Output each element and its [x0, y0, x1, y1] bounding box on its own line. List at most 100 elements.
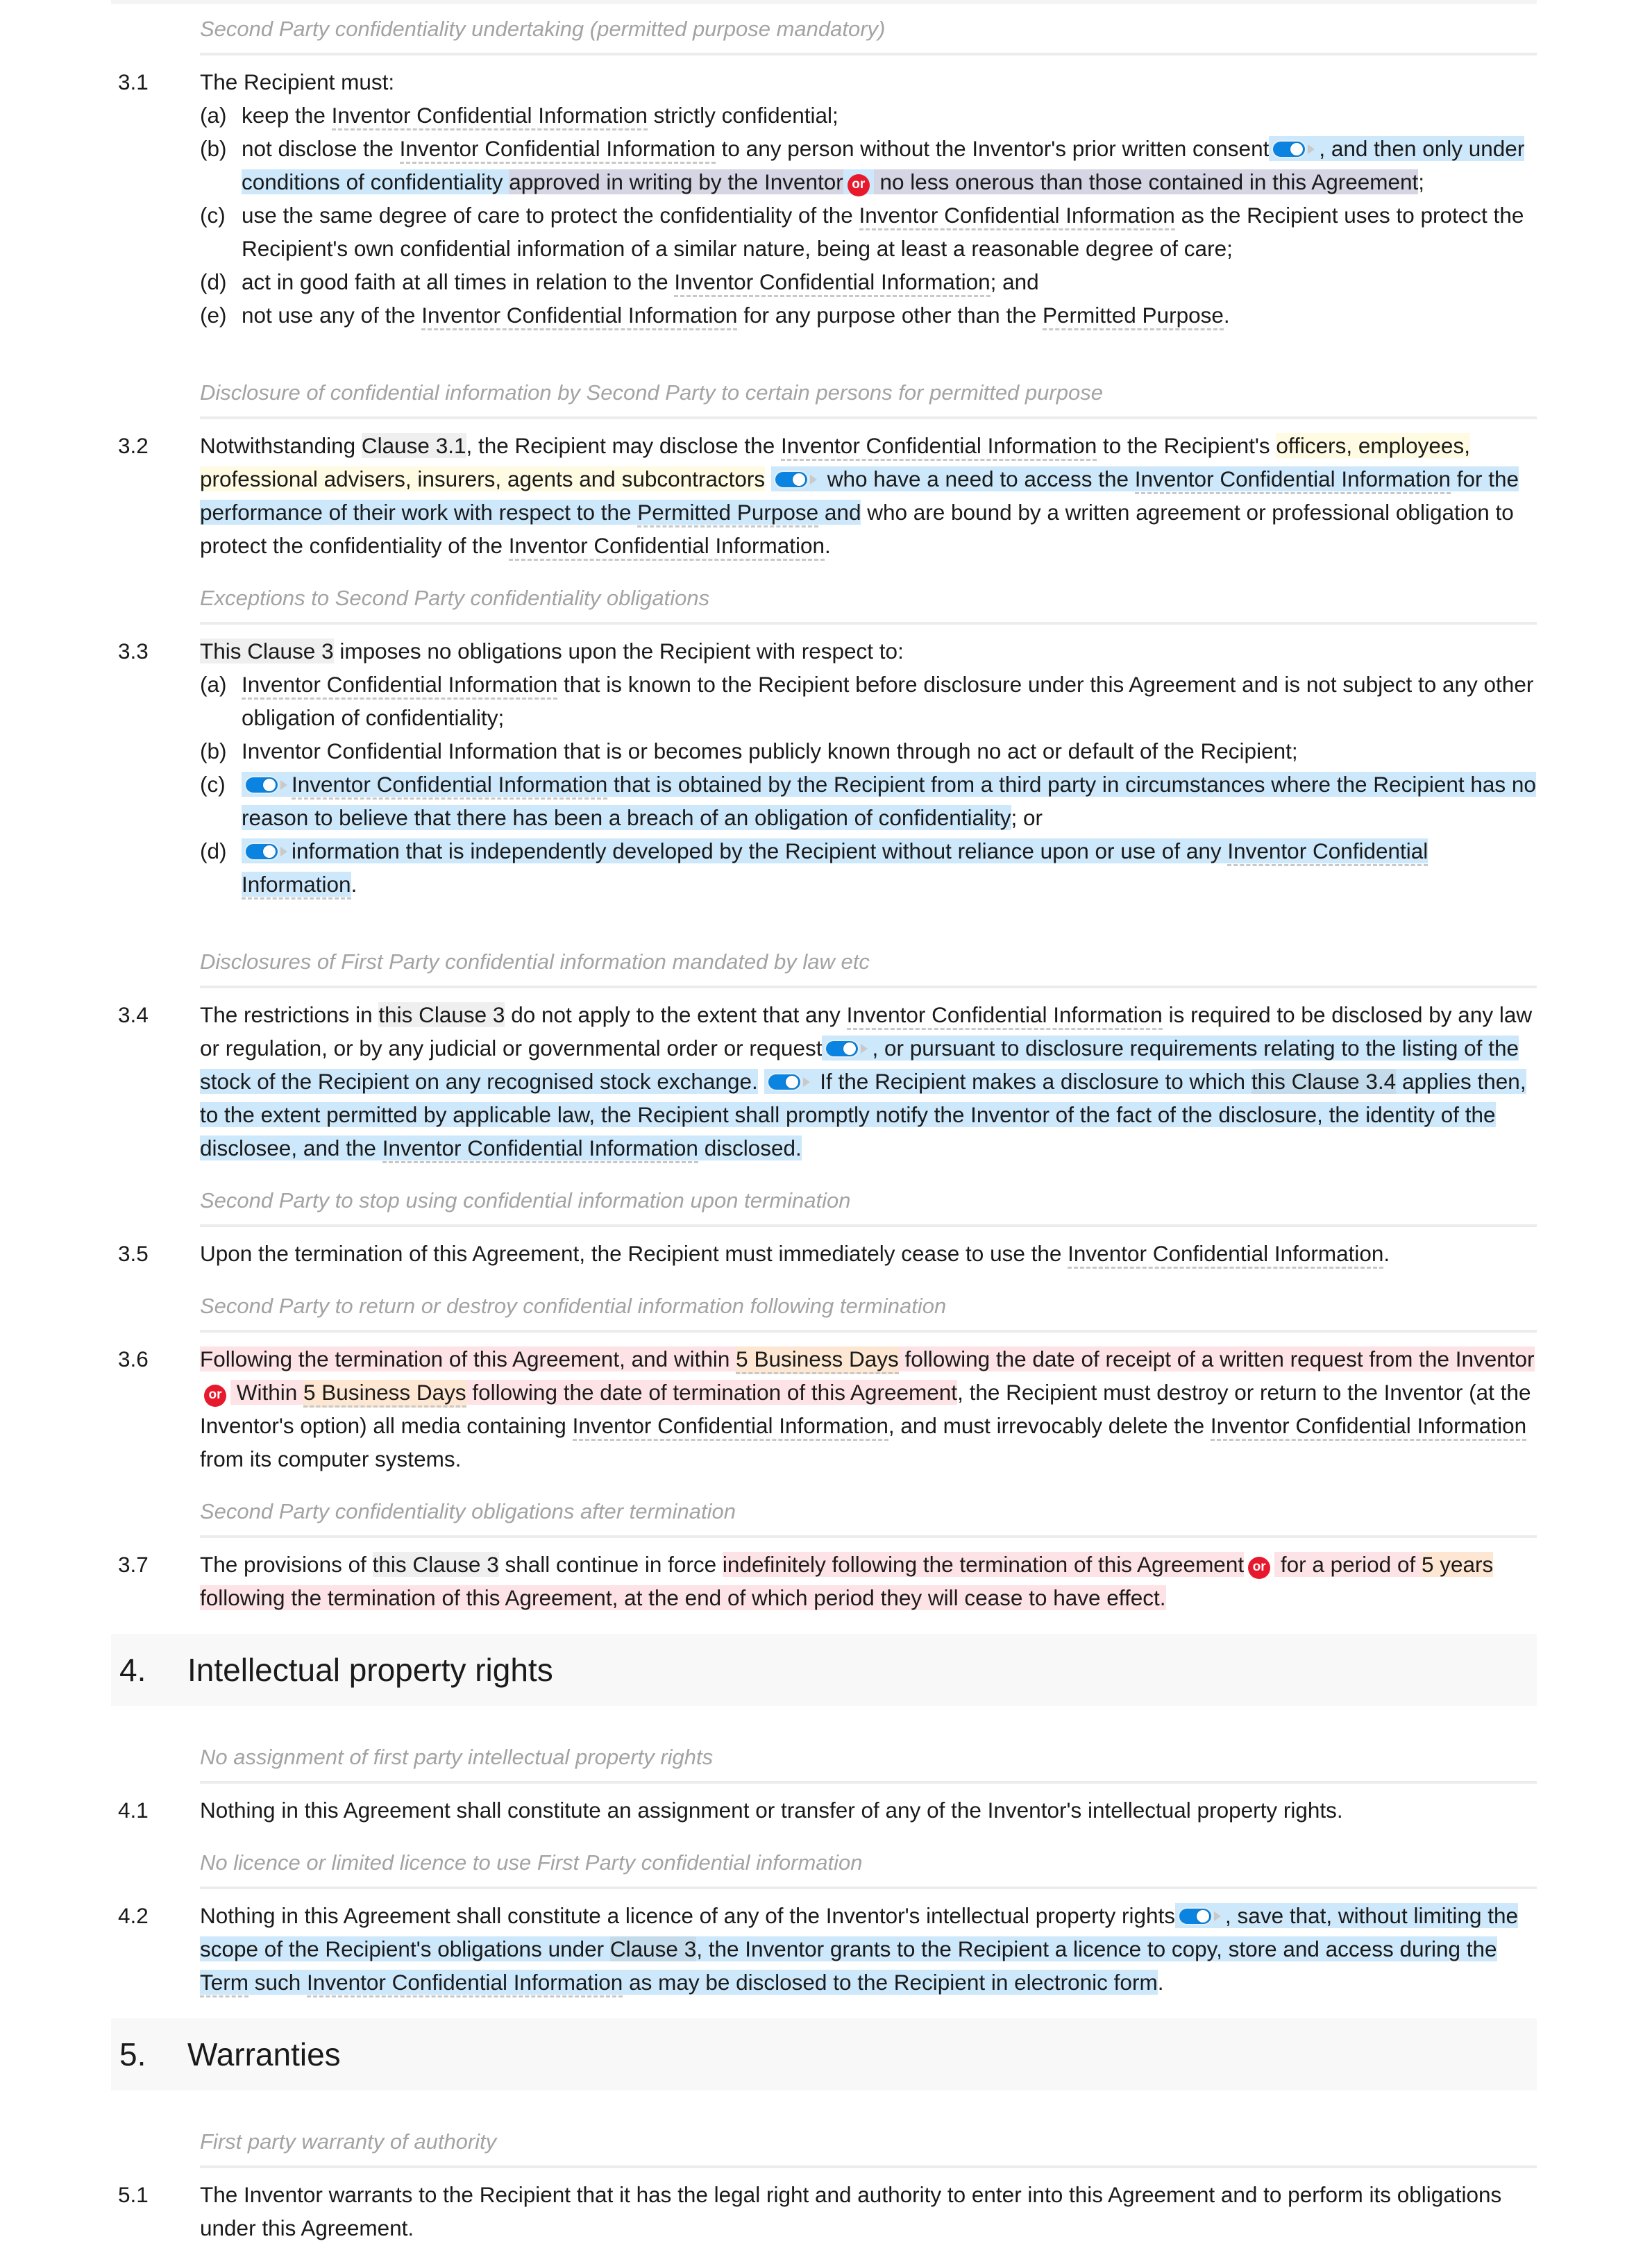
clause-number: 3.2 [118, 433, 149, 458]
subclause-label: (b) [200, 136, 227, 161]
text: ; and [990, 269, 1039, 294]
optional-toggle[interactable] [826, 1040, 869, 1058]
subclause-label: (c) [200, 203, 226, 228]
defined-term[interactable]: Permitted Purpose [637, 500, 819, 527]
alternative-text: indefinitely following the termination o… [722, 1552, 1245, 1577]
text: . [1223, 303, 1230, 328]
text: Nothing in this Agreement shall constitu… [200, 1798, 1343, 1823]
defined-term[interactable]: Inventor Confidential Information [846, 1002, 1163, 1030]
text: Nothing in this Agreement shall constitu… [200, 1903, 1176, 1928]
text: The restrictions in [200, 1002, 379, 1027]
text: keep the [242, 103, 332, 128]
defined-term[interactable]: Inventor Confidential Information [331, 103, 648, 130]
text: Notwithstanding [200, 433, 362, 458]
text: . [1157, 1970, 1164, 1995]
text: as may be disclosed to the Recipient in … [623, 1970, 1158, 1995]
defined-term[interactable]: Inventor Confidential Information [292, 772, 608, 800]
guidance-note: No licence or limited licence to use Fir… [200, 1846, 1537, 1889]
text: . [1159, 1585, 1166, 1610]
text: Following the termination of this Agreem… [200, 1346, 736, 1371]
subclause-a: (a) Inventor Confidential Information th… [200, 668, 1537, 734]
subclause-label: (d) [200, 269, 227, 294]
text: and [818, 500, 861, 525]
section-title: Intellectual property rights [187, 1652, 553, 1688]
subclause-c: (c) Inventor Confidential Information th… [200, 768, 1537, 834]
text: to the Recipient's [1097, 433, 1276, 458]
or-choice-icon[interactable]: or [1248, 1557, 1271, 1579]
text: . [825, 533, 831, 558]
text: following the date of receipt of a writt… [898, 1346, 1535, 1371]
section-heading-5: 5. Warranties [111, 2018, 1537, 2090]
defined-term[interactable]: Inventor Confidential Information [1134, 466, 1451, 494]
defined-term[interactable]: Inventor Confidential Information [382, 1135, 698, 1163]
clause-3-2: 3.2 Notwithstanding Clause 3.1, the Reci… [111, 429, 1537, 562]
optional-toggle[interactable] [246, 843, 289, 861]
or-choice-icon[interactable]: or [847, 174, 870, 196]
defined-term[interactable]: Inventor Confidential Information [399, 136, 716, 164]
variable-value[interactable]: 5 years [1421, 1552, 1494, 1577]
text: not use any of the [242, 303, 422, 328]
cross-reference[interactable]: this Clause 3 [372, 1552, 499, 1577]
text: . [1383, 1241, 1390, 1266]
text: following the termination of this Agreem… [200, 1585, 1160, 1610]
defined-term[interactable]: Inventor Confidential Information [859, 203, 1175, 230]
text: Within [230, 1380, 304, 1405]
defined-term[interactable]: Inventor Confidential Information [1068, 1241, 1384, 1269]
defined-term[interactable]: Inventor Confidential Information [421, 303, 738, 330]
clause-number: 3.5 [118, 1241, 149, 1266]
section-number: 4. [119, 1652, 146, 1688]
text: , the Inventor grants to the Recipient a… [696, 1936, 1497, 1961]
defined-term[interactable]: Term [200, 1970, 248, 1997]
text: The provisions of [200, 1552, 373, 1577]
text: If the Recipient makes a disclosure to w… [814, 1069, 1251, 1094]
expand-arrow-icon[interactable] [280, 847, 287, 856]
optional-toggle[interactable] [775, 471, 818, 489]
optional-toggle[interactable] [1179, 1907, 1222, 1925]
defined-term[interactable]: Inventor Confidential Information [508, 533, 825, 561]
expand-arrow-icon[interactable] [809, 475, 817, 484]
optional-toggle[interactable] [246, 776, 289, 794]
guidance-note: Exceptions to Second Party confidentiali… [200, 582, 1537, 625]
variable-value[interactable]: 5 Business Days [303, 1380, 466, 1408]
cross-reference[interactable]: Clause 3 [609, 1936, 697, 1961]
defined-term[interactable]: Inventor Confidential Information [307, 1970, 623, 1997]
expand-arrow-icon[interactable] [1214, 1911, 1222, 1921]
expand-arrow-icon[interactable] [1308, 144, 1315, 154]
clause-4-1: 4.1 Nothing in this Agreement shall cons… [111, 1793, 1537, 1827]
text: such [248, 1970, 307, 1995]
clause-number: 4.2 [118, 1903, 149, 1928]
cross-reference[interactable]: Clause 3.1 [361, 433, 466, 458]
optional-text: Inventor Confidential Information that i… [242, 772, 1536, 830]
clause-number: 3.3 [118, 639, 149, 664]
subclause-label: (a) [200, 672, 227, 697]
defined-term[interactable]: Inventor Confidential Information [1210, 1413, 1527, 1441]
text: The Inventor warrants to the Recipient t… [200, 2182, 1502, 2240]
text: , the Recipient may disclose the [466, 433, 781, 458]
or-choice-icon[interactable]: or [204, 1385, 226, 1407]
cross-reference[interactable]: This Clause 3 [200, 639, 334, 664]
optional-toggle[interactable] [1273, 140, 1316, 158]
clause-3-3: 3.3 This Clause 3 imposes no obligations… [111, 634, 1537, 901]
variable-value[interactable]: 5 Business Days [736, 1346, 899, 1374]
cross-reference[interactable]: this Clause 3 [378, 1002, 505, 1027]
section-title: Warranties [187, 2036, 341, 2072]
defined-term[interactable]: Permitted Purpose [1043, 303, 1224, 330]
clause-number: 3.4 [118, 1002, 149, 1027]
defined-term[interactable]: Inventor Confidential Information [572, 1413, 888, 1441]
text: , and must irrevocably delete the [888, 1413, 1211, 1438]
subclause-d: (d) act in good faith at all times in re… [200, 265, 1537, 298]
cross-reference[interactable]: this Clause 3.4 [1251, 1069, 1397, 1094]
expand-arrow-icon[interactable] [802, 1077, 810, 1087]
section-heading-4: 4. Intellectual property rights [111, 1634, 1537, 1706]
expand-arrow-icon[interactable] [280, 780, 287, 790]
text: Inventor Confidential Information that i… [242, 738, 1298, 763]
defined-term[interactable]: Inventor Confidential Information [242, 672, 558, 700]
defined-term[interactable]: Inventor Confidential Information [674, 269, 991, 297]
guidance-note: Second Party confidentiality obligations… [200, 1495, 1537, 1538]
clause-3-5: 3.5 Upon the termination of this Agreeme… [111, 1237, 1537, 1270]
optional-toggle[interactable] [768, 1073, 811, 1091]
document-body: Second Party confidentiality undertaking… [111, 0, 1537, 2264]
clause-number: 5.1 [118, 2182, 149, 2207]
expand-arrow-icon[interactable] [861, 1044, 868, 1054]
defined-term[interactable]: Inventor Confidential Information [780, 433, 1097, 461]
